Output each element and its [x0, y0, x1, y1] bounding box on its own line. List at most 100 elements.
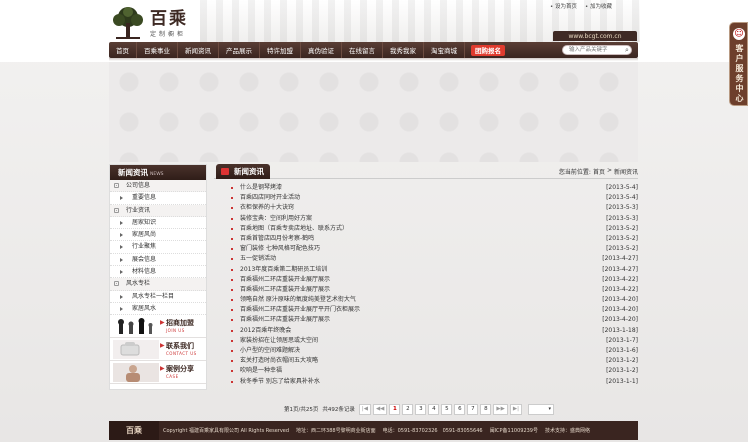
- news-row[interactable]: 装修宝典：空间利用好方案 [2013-5-3]: [224, 214, 638, 224]
- sidebar-item-fengshui[interactable]: - 风水专栏: [110, 278, 206, 291]
- news-row[interactable]: 领略自然 原汁原味的氧度纯美登艺术衔大气 [2013-4-20]: [224, 295, 638, 305]
- page-button[interactable]: 7: [467, 403, 479, 415]
- news-row[interactable]: 窗门装修 七种风格可配色技巧 [2013-5-2]: [224, 244, 638, 254]
- news-title[interactable]: 装修宝典：空间利用好方案: [240, 214, 594, 224]
- nav-item-message[interactable]: 在线留言: [342, 42, 383, 58]
- news-date: [2013-1-2]: [606, 357, 638, 365]
- bullet-icon: [231, 237, 233, 240]
- sidebar-item-exhibition[interactable]: 展会信息: [110, 254, 206, 267]
- news-title[interactable]: 2012百乘年终晚会: [240, 326, 594, 336]
- news-title[interactable]: 秋冬季节 别忘了给家具补补水: [240, 377, 594, 387]
- news-row[interactable]: 衣柜保养的十大诀窍 [2013-5-3]: [224, 203, 638, 213]
- nav-item-home[interactable]: 首页: [109, 42, 137, 58]
- page-nav-button[interactable]: ▶|: [509, 403, 522, 415]
- news-title[interactable]: 2013年度百乘第二期研员工培训: [240, 265, 594, 275]
- page-select[interactable]: ▾: [527, 403, 554, 415]
- promo-contact[interactable]: ▶ 联系我们 CONTACT US: [110, 338, 206, 362]
- nav-item-products[interactable]: 产品展示: [219, 42, 260, 58]
- nav-item-show-home[interactable]: 我秀我家: [383, 42, 424, 58]
- news-row[interactable]: 2013年度百乘第二期研员工培训 [2013-4-27]: [224, 265, 638, 275]
- page-button[interactable]: 2: [402, 403, 414, 415]
- sidebar-item-important[interactable]: 重要信息: [110, 192, 206, 205]
- nav-item-business[interactable]: 百乘事业: [137, 42, 178, 58]
- sidebar-item-company[interactable]: - 公司信息: [110, 180, 206, 193]
- news-title[interactable]: 五一促销活动: [240, 254, 594, 264]
- arrow-icon: ▶: [160, 319, 165, 327]
- search-icon[interactable]: ⌕: [622, 45, 632, 55]
- news-row[interactable]: 百乘四店同时开业活动 [2013-5-4]: [224, 193, 638, 203]
- news-title[interactable]: 百乘福州二环店重装开业展厅展示: [240, 285, 594, 295]
- sidebar-item-home-knowledge[interactable]: 居家知识: [110, 217, 206, 230]
- page-summary: 第1页/共25页: [284, 407, 319, 413]
- news-title[interactable]: 百乘福州二环店重装开业展厅平开门衣柜展示: [240, 305, 594, 315]
- news-row[interactable]: 什么是钢琴烤漆 [2013-5-4]: [224, 183, 638, 193]
- promo-franchise[interactable]: ▶ 招商加盟 JOIN US: [110, 315, 206, 339]
- nav-item-taobao[interactable]: 淘宝商城: [424, 42, 465, 58]
- nav-item-verify[interactable]: 真伪验证: [301, 42, 342, 58]
- main-header: 新闻资讯 您当前位置: 首页 > 新闻资讯: [214, 164, 638, 179]
- set-home-link[interactable]: • 设为首页: [550, 2, 577, 10]
- sidebar-item-industry[interactable]: - 行业资讯: [110, 204, 206, 217]
- customer-service-tab[interactable]: ☺ 客户服务中心: [729, 22, 748, 106]
- news-title[interactable]: 家装扮招在让领居思或大空间: [240, 336, 594, 346]
- sidebar-item-home-style[interactable]: 家居风尚: [110, 229, 206, 242]
- page-nav-button[interactable]: |◀: [358, 403, 371, 415]
- arrow-icon: [120, 257, 124, 262]
- news-row[interactable]: 五一促销活动 [2013-4-27]: [224, 254, 638, 264]
- footer-phone: 电话：0591-83702326 0591-83055646: [382, 428, 483, 434]
- news-row[interactable]: 吹响是一种幸福 [2013-1-2]: [224, 366, 638, 376]
- news-date: [2013-5-3]: [606, 214, 638, 222]
- page-nav-button[interactable]: ▶▶: [493, 403, 508, 415]
- news-date: [2013-4-22]: [602, 275, 638, 283]
- news-title[interactable]: 百乘四店同时开业活动: [240, 193, 594, 203]
- arrow-icon: [120, 245, 124, 250]
- promo-case[interactable]: ▶ 案例分享 CASE: [110, 361, 206, 385]
- page-button[interactable]: 5: [441, 403, 453, 415]
- news-row[interactable]: 百乘福州二环店重装开业展厅展示 [2013-4-22]: [224, 285, 638, 295]
- news-row[interactable]: 百乘首管店四月份考察-鹤鸣 [2013-5-2]: [224, 234, 638, 244]
- news-row[interactable]: 家装扮招在让领居思或大空间 [2013-1-7]: [224, 336, 638, 346]
- brand-logo[interactable]: 百乘 定制橱柜: [110, 4, 210, 42]
- bullet-icon: [231, 258, 233, 261]
- page-nav-button[interactable]: ◀◀: [372, 403, 388, 415]
- news-row[interactable]: 小户型的空间难题解决 [2013-1-6]: [224, 346, 638, 356]
- sidebar-item-materials[interactable]: 材料信息: [110, 266, 206, 279]
- news-row[interactable]: 百乘地图（百乘专卖店地址、联系方式） [2013-5-2]: [224, 224, 638, 234]
- breadcrumb-home[interactable]: 首页: [593, 167, 605, 176]
- news-title[interactable]: 什么是钢琴烤漆: [240, 183, 594, 193]
- add-favorite-link[interactable]: • 加为收藏: [585, 2, 612, 10]
- sidebar-item-fengshui-column[interactable]: 风水专栏一栏目: [110, 291, 206, 303]
- news-title[interactable]: 百乘福州二环店重装开业展厅展示: [240, 315, 594, 325]
- news-row[interactable]: 百乘福州二环店重装开业展厅展示 [2013-4-22]: [224, 275, 638, 285]
- page-button[interactable]: 1: [389, 403, 401, 415]
- page-button[interactable]: 4: [428, 403, 440, 415]
- footer-address: 地址：西二环388号黎明商业街店面: [296, 428, 376, 434]
- news-title[interactable]: 玄关打造时尚衣帽间五大攻略: [240, 356, 594, 366]
- news-row[interactable]: 百乘福州二环店重装开业展厅平开门衣柜展示 [2013-4-20]: [224, 305, 638, 315]
- sidebar-item-focus[interactable]: 行业聚焦: [110, 241, 206, 254]
- nav-item-franchise[interactable]: 特许加盟: [260, 42, 301, 58]
- news-row[interactable]: 百乘福州二环店重装开业展厅展示 [2013-4-20]: [224, 315, 638, 325]
- footer-icp[interactable]: 闽ICP备11009239号: [490, 427, 538, 434]
- page-button[interactable]: 3: [415, 403, 427, 415]
- breadcrumb-current[interactable]: 新闻资讯: [614, 167, 638, 176]
- nav-item-group-buy[interactable]: 团购报名: [471, 44, 505, 56]
- news-title[interactable]: 百乘地图（百乘专卖店地址、联系方式）: [240, 224, 594, 234]
- nav-item-news[interactable]: 新闻资讯: [178, 42, 219, 58]
- news-row[interactable]: 2012百乘年终晚会 [2013-1-18]: [224, 326, 638, 336]
- page-button[interactable]: 8: [480, 403, 492, 415]
- news-title[interactable]: 百乘福州二环店重装开业展厅展示: [240, 275, 594, 285]
- news-date: [2013-5-3]: [606, 204, 638, 212]
- bullet-icon: [231, 268, 233, 271]
- news-title[interactable]: 衣柜保养的十大诀窍: [240, 203, 594, 213]
- news-title[interactable]: 窗门装修 七种风格可配色技巧: [240, 244, 594, 254]
- news-title[interactable]: 领略自然 原汁原味的氧度纯美登艺术衔大气: [240, 295, 594, 305]
- sidebar-item-home-fengshui[interactable]: 家居风水: [110, 303, 206, 316]
- news-row[interactable]: 玄关打造时尚衣帽间五大攻略 [2013-1-2]: [224, 356, 638, 366]
- news-title[interactable]: 小户型的空间难题解决: [240, 346, 594, 356]
- bullet-icon: [231, 309, 233, 312]
- page-button[interactable]: 6: [454, 403, 466, 415]
- news-title[interactable]: 百乘首管店四月份考察-鹤鸣: [240, 234, 594, 244]
- news-title[interactable]: 吹响是一种幸福: [240, 366, 594, 376]
- news-row[interactable]: 秋冬季节 别忘了给家具补补水 [2013-1-1]: [224, 377, 638, 387]
